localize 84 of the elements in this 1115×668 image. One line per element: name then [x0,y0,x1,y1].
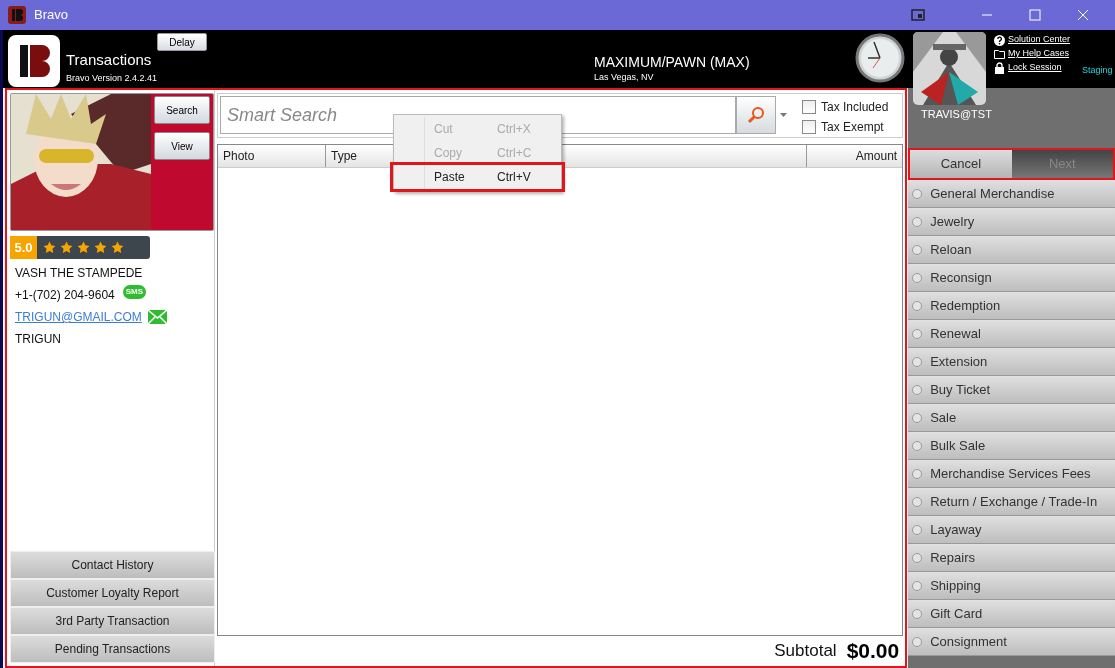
star-icon [60,241,73,254]
window-title: Bravo [34,6,68,25]
environment-label: Staging [1082,64,1113,77]
clock-icon [855,33,905,83]
delay-button[interactable]: Delay [157,33,207,51]
radio-icon [912,412,923,423]
transaction-type-button[interactable]: Layaway [908,516,1115,544]
customer-action-button[interactable]: 3rd Party Transaction [10,607,215,635]
app-logo-icon [8,6,26,24]
radio-icon [912,356,923,367]
column-header[interactable]: Type [326,145,426,167]
transaction-type-button[interactable]: Sale [908,404,1115,432]
transaction-type-button[interactable]: General Merchandise [908,180,1115,208]
radio-icon [912,636,923,647]
transaction-type-button[interactable]: Reconsign [908,264,1115,292]
subtotal-label: Subtotal [774,640,837,663]
column-header[interactable]: Amount [806,145,903,167]
transaction-type-button[interactable]: Merchandise Services Fees [908,460,1115,488]
nav-button[interactable]: Cancel [910,150,1012,178]
help-link[interactable]: My Help Cases [1008,47,1070,61]
app-title: Transactions [66,51,153,69]
radio-icon [912,524,923,535]
store-location: Las Vegas, NV [594,71,655,83]
transaction-type-button[interactable]: Buy Ticket [908,376,1115,404]
radio-icon [912,608,923,619]
help-link[interactable]: Lock Session [1008,61,1062,75]
transaction-type-button[interactable]: Renewal [908,320,1115,348]
transaction-type-button[interactable]: Repairs [908,544,1115,572]
rating-value: 5.0 [10,236,37,259]
help-link[interactable]: Solution Center [1008,33,1071,47]
radio-icon [912,244,923,255]
screen-icon[interactable] [911,8,925,22]
star-icon [43,241,56,254]
checkbox-label: Tax Included [821,99,889,116]
caret-icon [779,113,787,117]
radio-icon [912,216,923,227]
transaction-type-button[interactable]: Reloan [908,236,1115,264]
customer-name: VASH THE STAMPEDE [15,265,144,282]
checkbox[interactable] [802,100,816,114]
customer-action-button[interactable]: Customer Loyalty Report [10,579,215,607]
radio-icon [912,188,923,199]
customer-button[interactable]: View [154,132,210,160]
transaction-type-button[interactable]: Consignment [908,628,1115,656]
transaction-type-button[interactable]: Jewelry [908,208,1115,236]
store-name: MAXIMUM/PAWN (MAX) [594,53,750,71]
radio-icon [912,496,923,507]
radio-icon [912,440,923,451]
customer-note: TRIGUN [15,331,62,348]
radio-icon [912,328,923,339]
customer-email[interactable]: TRIGUN@GMAIL.COM [15,308,142,326]
help-icon [994,34,1005,46]
transaction-type-button[interactable]: Bulk Sale [908,432,1115,460]
version-text: Bravo Version 2.4.2.41 [66,72,158,85]
close-icon[interactable] [1077,9,1089,21]
radio-icon [912,552,923,563]
menu-item[interactable]: Paste Ctrl+V [393,165,562,189]
transaction-type-button[interactable]: Extension [908,348,1115,376]
customer-action-button[interactable]: Contact History [10,551,215,579]
star-icon [94,241,107,254]
radio-icon [912,468,923,479]
star-icon [111,241,124,254]
subtotal-value: $0.00 [846,638,900,665]
radio-icon [912,580,923,591]
customer-phone: +1-(702) 204-9604 [15,287,115,304]
search-icon [747,106,765,124]
search-button[interactable] [736,96,776,134]
radio-icon [912,384,923,395]
transaction-type-button[interactable]: Redemption [908,292,1115,320]
customer-button[interactable]: Search [154,96,210,124]
star-icon [77,241,90,254]
radio-icon [912,272,923,283]
lock-icon [994,62,1005,74]
column-header[interactable]: Photo [218,145,326,167]
radio-icon [912,300,923,311]
transaction-type-button[interactable]: Gift Card [908,600,1115,628]
customer-action-button[interactable]: Pending Transactions [10,635,215,663]
user-name: TRAVIS@TST [921,108,992,120]
checkbox[interactable] [802,120,816,134]
maximize-icon[interactable] [1029,9,1041,21]
transaction-type-button[interactable]: Shipping [908,572,1115,600]
transaction-type-button[interactable]: Return / Exchange / Trade-In [908,488,1115,516]
mail-icon[interactable] [147,310,167,324]
folder-icon [994,49,1005,59]
checkbox-label: Tax Exempt [821,119,884,136]
